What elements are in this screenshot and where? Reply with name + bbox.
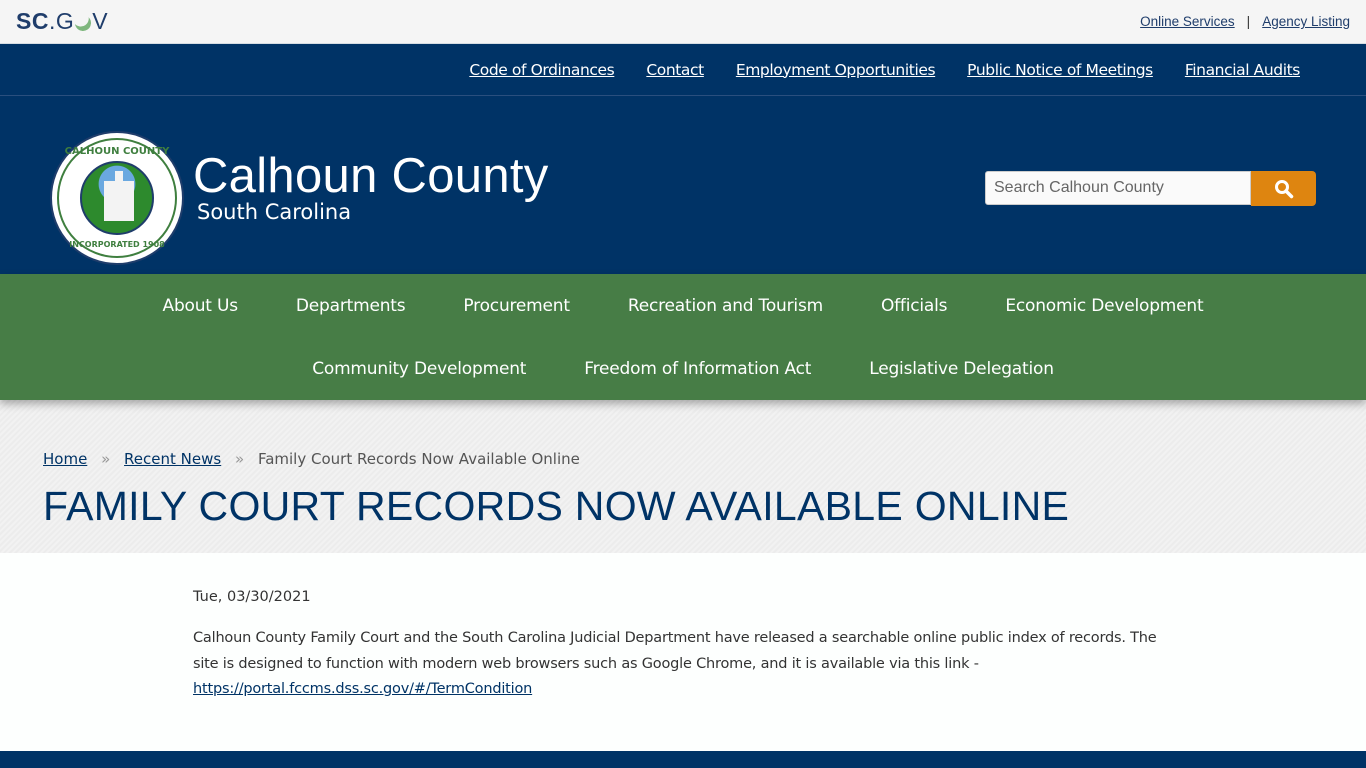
page-title: FAMILY COURT RECORDS NOW AVAILABLE ONLIN…: [43, 483, 1070, 529]
site-name[interactable]: Calhoun County: [193, 150, 549, 202]
nav-community-development[interactable]: Community Development: [312, 359, 526, 379]
county-seal-logo[interactable]: CALHOUN COUNTY INCORPORATED 1908: [50, 131, 184, 265]
records-portal-link[interactable]: https://portal.fccms.dss.sc.gov/#/TermCo…: [193, 681, 532, 697]
secnav-public-notice-of-meetings[interactable]: Public Notice of Meetings: [967, 61, 1153, 79]
crescent-moon-icon: [74, 13, 93, 32]
breadcrumb-current: Family Court Records Now Available Onlin…: [257, 450, 580, 468]
search-icon: [1274, 179, 1293, 198]
main-nav-row-1: About Us Departments Procurement Recreat…: [0, 274, 1366, 337]
nav-legislative-delegation[interactable]: Legislative Delegation: [869, 359, 1054, 379]
secnav-employment-opportunities[interactable]: Employment Opportunities: [736, 61, 936, 79]
search-form: [985, 171, 1316, 206]
nav-economic-development[interactable]: Economic Development: [1005, 296, 1203, 316]
online-services-link[interactable]: Online Services: [1140, 14, 1235, 29]
nav-freedom-of-information-act[interactable]: Freedom of Information Act: [584, 359, 811, 379]
nav-procurement[interactable]: Procurement: [463, 296, 570, 316]
secnav-code-of-ordinances[interactable]: Code of Ordinances: [469, 61, 614, 79]
nav-about-us[interactable]: About Us: [163, 296, 239, 316]
breadcrumb-home[interactable]: Home: [43, 450, 87, 468]
breadcrumb-separator: »: [101, 450, 111, 468]
utility-bar: SC. G V Online Services | Agency Listing: [0, 0, 1366, 44]
secnav-contact[interactable]: Contact: [646, 61, 704, 79]
nav-recreation-and-tourism[interactable]: Recreation and Tourism: [628, 296, 823, 316]
seal-top-text: CALHOUN COUNTY: [64, 146, 170, 157]
secnav-financial-audits[interactable]: Financial Audits: [1185, 61, 1301, 79]
main-nav: About Us Departments Procurement Recreat…: [0, 274, 1366, 400]
seal-bottom-text: INCORPORATED 1908: [69, 240, 165, 249]
main-nav-row-2: Community Development Freedom of Informa…: [0, 337, 1366, 400]
breadcrumb-separator: »: [234, 450, 245, 468]
scgov-logo-v: V: [92, 8, 109, 34]
site-state: South Carolina: [197, 200, 352, 224]
utility-links: Online Services | Agency Listing: [1140, 14, 1350, 29]
search-input[interactable]: [985, 171, 1251, 205]
article-text: Calhoun County Family Court and the Sout…: [193, 630, 1157, 672]
agency-listing-link[interactable]: Agency Listing: [1262, 14, 1350, 29]
secondary-nav: Code of Ordinances Contact Employment Op…: [0, 44, 1366, 96]
scgov-logo-sc: SC: [16, 8, 49, 34]
scgov-logo-dot: .: [48, 8, 56, 34]
page-title-area: Home » Recent News » Family Court Record…: [0, 400, 1366, 553]
scgov-logo-g: G: [55, 8, 75, 34]
search-button[interactable]: [1251, 171, 1316, 206]
utility-separator: |: [1246, 14, 1251, 29]
courthouse-icon: [80, 161, 154, 235]
nav-officials[interactable]: Officials: [881, 296, 948, 316]
article-body: Calhoun County Family Court and the Sout…: [193, 626, 1183, 703]
breadcrumb: Home » Recent News » Family Court Record…: [43, 450, 580, 468]
article-content: Tue, 03/30/2021 Calhoun County Family Co…: [0, 553, 1366, 751]
site-footer: [0, 751, 1366, 768]
site-header: CALHOUN COUNTY INCORPORATED 1908 Calhoun…: [0, 96, 1366, 274]
scgov-logo[interactable]: SC. G V: [16, 8, 108, 35]
article-date: Tue, 03/30/2021: [193, 589, 311, 605]
breadcrumb-recent-news[interactable]: Recent News: [124, 450, 221, 468]
nav-departments[interactable]: Departments: [296, 296, 406, 316]
site-title: Calhoun County South Carolina: [193, 150, 549, 224]
